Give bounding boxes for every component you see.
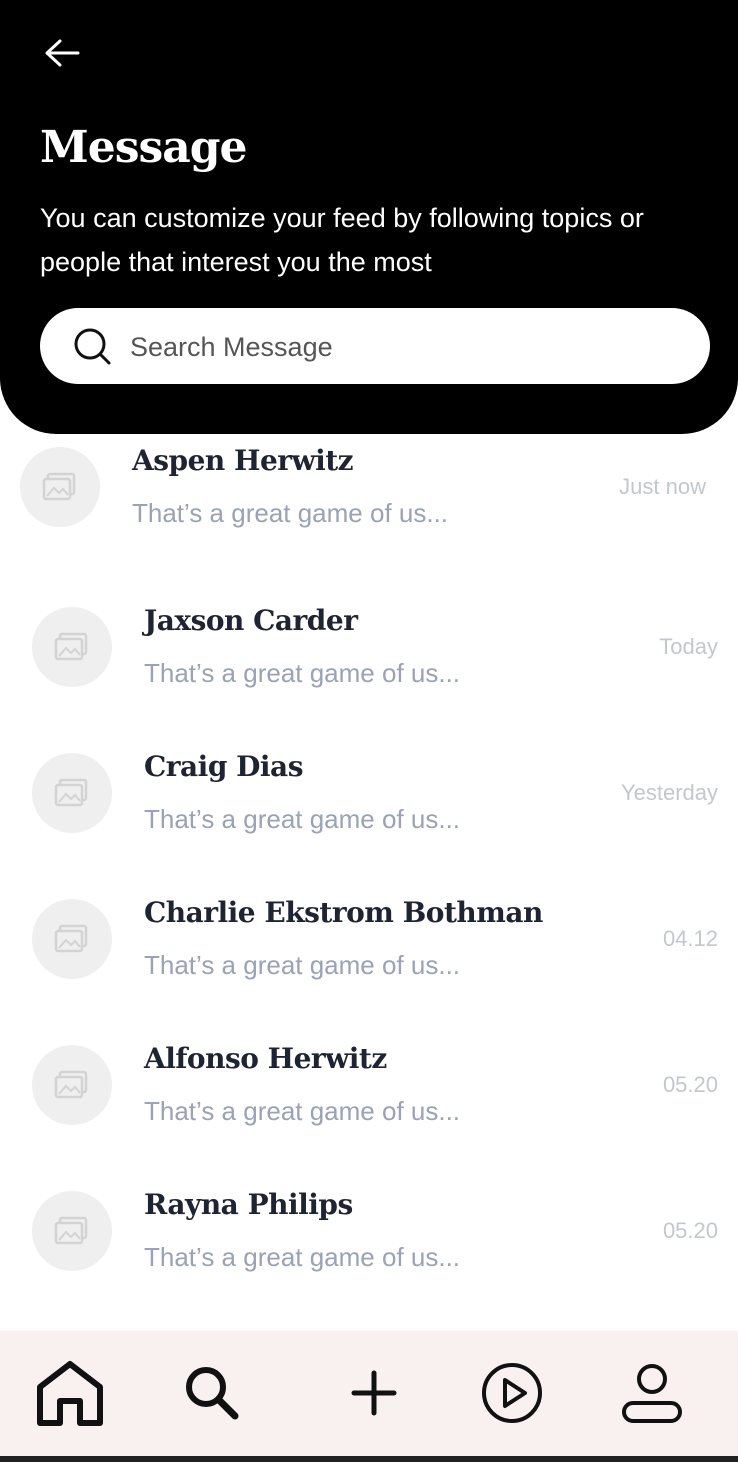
message-row[interactable]: Aspen Herwitz That’s a great game of us.… (20, 434, 706, 544)
avatar (32, 607, 112, 687)
contact-name: Aspen Herwitz (132, 444, 354, 477)
contact-name: Charlie Ekstrom Bothman (144, 896, 543, 929)
message-preview: That’s a great game of us... (144, 950, 461, 980)
search-bar[interactable] (40, 308, 710, 384)
profile-icon (622, 1364, 682, 1423)
avatar (32, 1045, 112, 1125)
home-indicator-bar (0, 1456, 738, 1462)
message-preview: That’s a great game of us... (144, 804, 461, 834)
message-time: Yesterday (620, 780, 718, 805)
image-placeholder-icon (54, 1070, 88, 1099)
contact-name: Jaxson Carder (144, 604, 358, 637)
message-time: 05.20 (662, 1218, 718, 1243)
contact-name: Rayna Philips (144, 1188, 353, 1221)
nav-search-button[interactable] (172, 1353, 252, 1433)
search-icon (186, 1367, 239, 1420)
image-placeholder-icon (54, 924, 88, 953)
contact-name: Craig Dias (144, 750, 303, 783)
message-row[interactable]: Alfonso Herwitz That’s a great game of u… (32, 1032, 718, 1142)
nav-play-button[interactable] (472, 1353, 552, 1433)
avatar (32, 1191, 112, 1271)
image-placeholder-icon (54, 1216, 88, 1245)
avatar (32, 899, 112, 979)
message-row[interactable]: Jaxson Carder That’s a great game of us.… (32, 594, 718, 704)
bottom-nav (0, 1331, 738, 1456)
message-preview: That’s a great game of us... (144, 1096, 461, 1126)
message-time: Just now (619, 474, 706, 499)
message-row[interactable]: Charlie Ekstrom Bothman That’s a great g… (32, 886, 718, 996)
search-icon (74, 328, 111, 365)
message-time: 05.20 (662, 1072, 718, 1097)
header: Message You can customize your feed by f… (0, 0, 738, 434)
message-time: Today (659, 634, 718, 659)
search-input[interactable] (128, 322, 692, 372)
message-row[interactable]: Craig Dias That’s a great game of us... … (32, 740, 718, 850)
back-button[interactable] (36, 32, 88, 76)
message-time: 04.12 (662, 926, 718, 951)
message-row[interactable]: Rayna Philips That’s a great game of us.… (32, 1178, 718, 1288)
page-title: Message (40, 122, 248, 173)
nav-add-button[interactable] (334, 1353, 414, 1433)
avatar (20, 447, 100, 527)
arrow-left-icon (45, 39, 80, 67)
play-icon (482, 1363, 542, 1423)
image-placeholder-icon (54, 778, 88, 807)
nav-profile-button[interactable] (612, 1353, 692, 1433)
contact-name: Alfonso Herwitz (144, 1042, 387, 1075)
image-placeholder-icon (42, 472, 76, 501)
message-preview: That’s a great game of us... (144, 658, 461, 688)
message-preview: That’s a great game of us... (144, 1242, 461, 1272)
image-placeholder-icon (54, 632, 88, 661)
message-preview: That’s a great game of us... (132, 498, 449, 528)
home-icon (37, 1361, 103, 1426)
nav-home-button[interactable] (30, 1353, 110, 1433)
avatar (32, 753, 112, 833)
plus-icon (351, 1370, 397, 1416)
page-subtitle: You can customize your feed by following… (40, 203, 644, 277)
